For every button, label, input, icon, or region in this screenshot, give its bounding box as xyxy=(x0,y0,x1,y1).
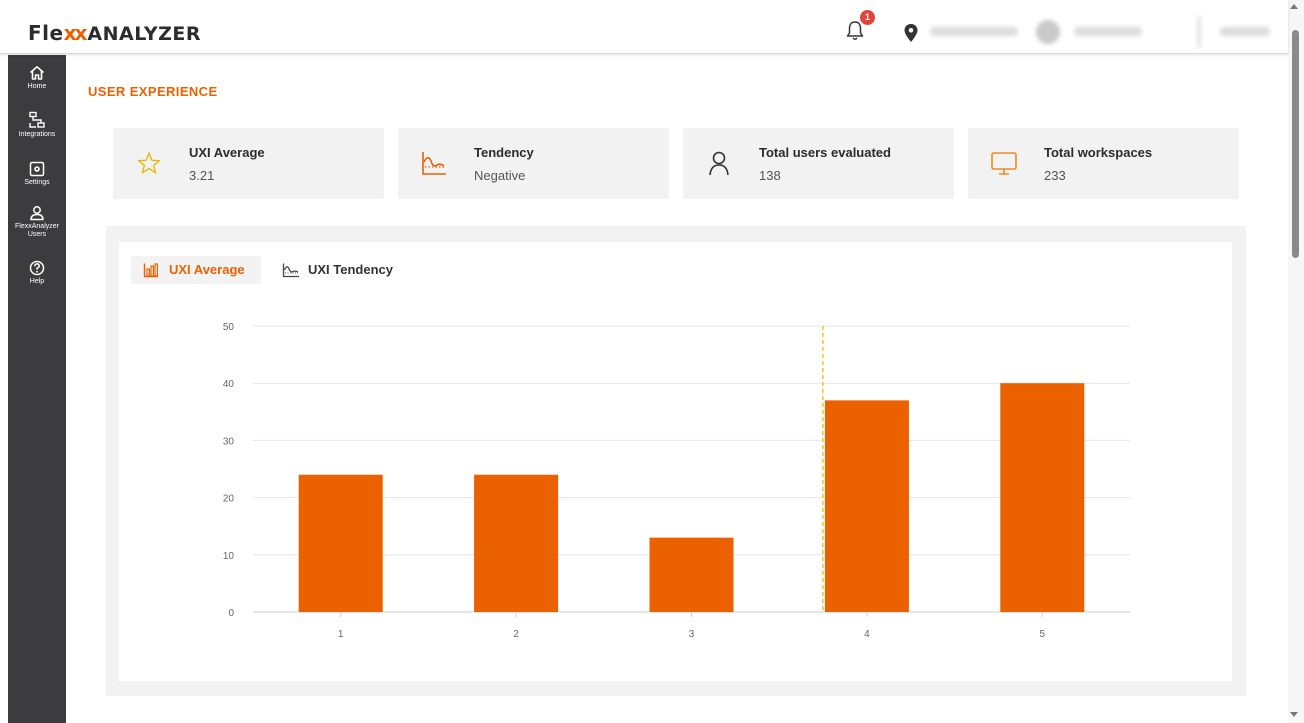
sidebar-item-help[interactable]: Help xyxy=(8,260,66,286)
user-icon xyxy=(30,206,44,221)
bar xyxy=(1000,383,1085,612)
account-menu[interactable] xyxy=(1220,27,1270,36)
sidebar-item-label: Settings xyxy=(24,179,50,186)
settings-icon xyxy=(29,161,45,177)
sidebar-item-label: Help xyxy=(29,278,45,285)
avatar[interactable] xyxy=(1036,20,1060,44)
help-icon xyxy=(29,260,45,276)
scroll-up-arrow-icon[interactable] xyxy=(1290,4,1298,9)
bar xyxy=(474,474,559,612)
x-tick-label: 2 xyxy=(513,629,519,640)
bar xyxy=(824,400,909,612)
scroll-down-arrow-icon[interactable] xyxy=(1290,712,1298,717)
top-bar: Flexx ANALYZER 1 xyxy=(0,0,1288,54)
integrations-icon xyxy=(29,111,45,128)
scrollbar-thumb[interactable] xyxy=(1292,30,1299,258)
bar xyxy=(298,474,383,612)
notification-badge: 1 xyxy=(860,10,875,25)
x-tick-label: 4 xyxy=(864,629,870,640)
bar xyxy=(649,537,734,612)
sidebar: Home Integrations Settings FlexxAnalyzer… xyxy=(8,55,66,723)
divider xyxy=(1196,16,1202,48)
location-selector[interactable] xyxy=(930,27,1018,36)
y-tick-label: 0 xyxy=(228,608,234,619)
user-name[interactable] xyxy=(1074,27,1142,36)
sidebar-item-label: FlexxAnalyzer Users xyxy=(15,223,59,238)
y-tick-label: 30 xyxy=(223,436,235,447)
sidebar-item-label: Home xyxy=(27,83,47,90)
sidebar-item-home[interactable]: Home xyxy=(8,65,66,91)
y-tick-label: 20 xyxy=(223,494,235,505)
home-icon xyxy=(29,66,45,80)
y-tick-label: 40 xyxy=(223,379,235,390)
sidebar-item-settings[interactable]: Settings xyxy=(8,161,66,187)
x-tick-label: 1 xyxy=(338,629,344,640)
location-pin-icon[interactable] xyxy=(904,24,918,42)
y-tick-label: 10 xyxy=(223,551,235,562)
sidebar-item-users[interactable]: FlexxAnalyzer Users xyxy=(8,205,66,239)
x-tick-label: 5 xyxy=(1040,629,1046,640)
app-logo[interactable]: Flexx ANALYZER xyxy=(28,22,201,45)
sidebar-item-label: Integrations xyxy=(18,131,56,138)
sidebar-item-integrations[interactable]: Integrations xyxy=(8,111,66,139)
uxi-average-bar-chart: 0 10 20 30 40 50 1 2 3 4 5 xyxy=(223,322,1130,640)
x-tick-label: 3 xyxy=(689,629,695,640)
y-tick-label: 50 xyxy=(223,322,235,333)
